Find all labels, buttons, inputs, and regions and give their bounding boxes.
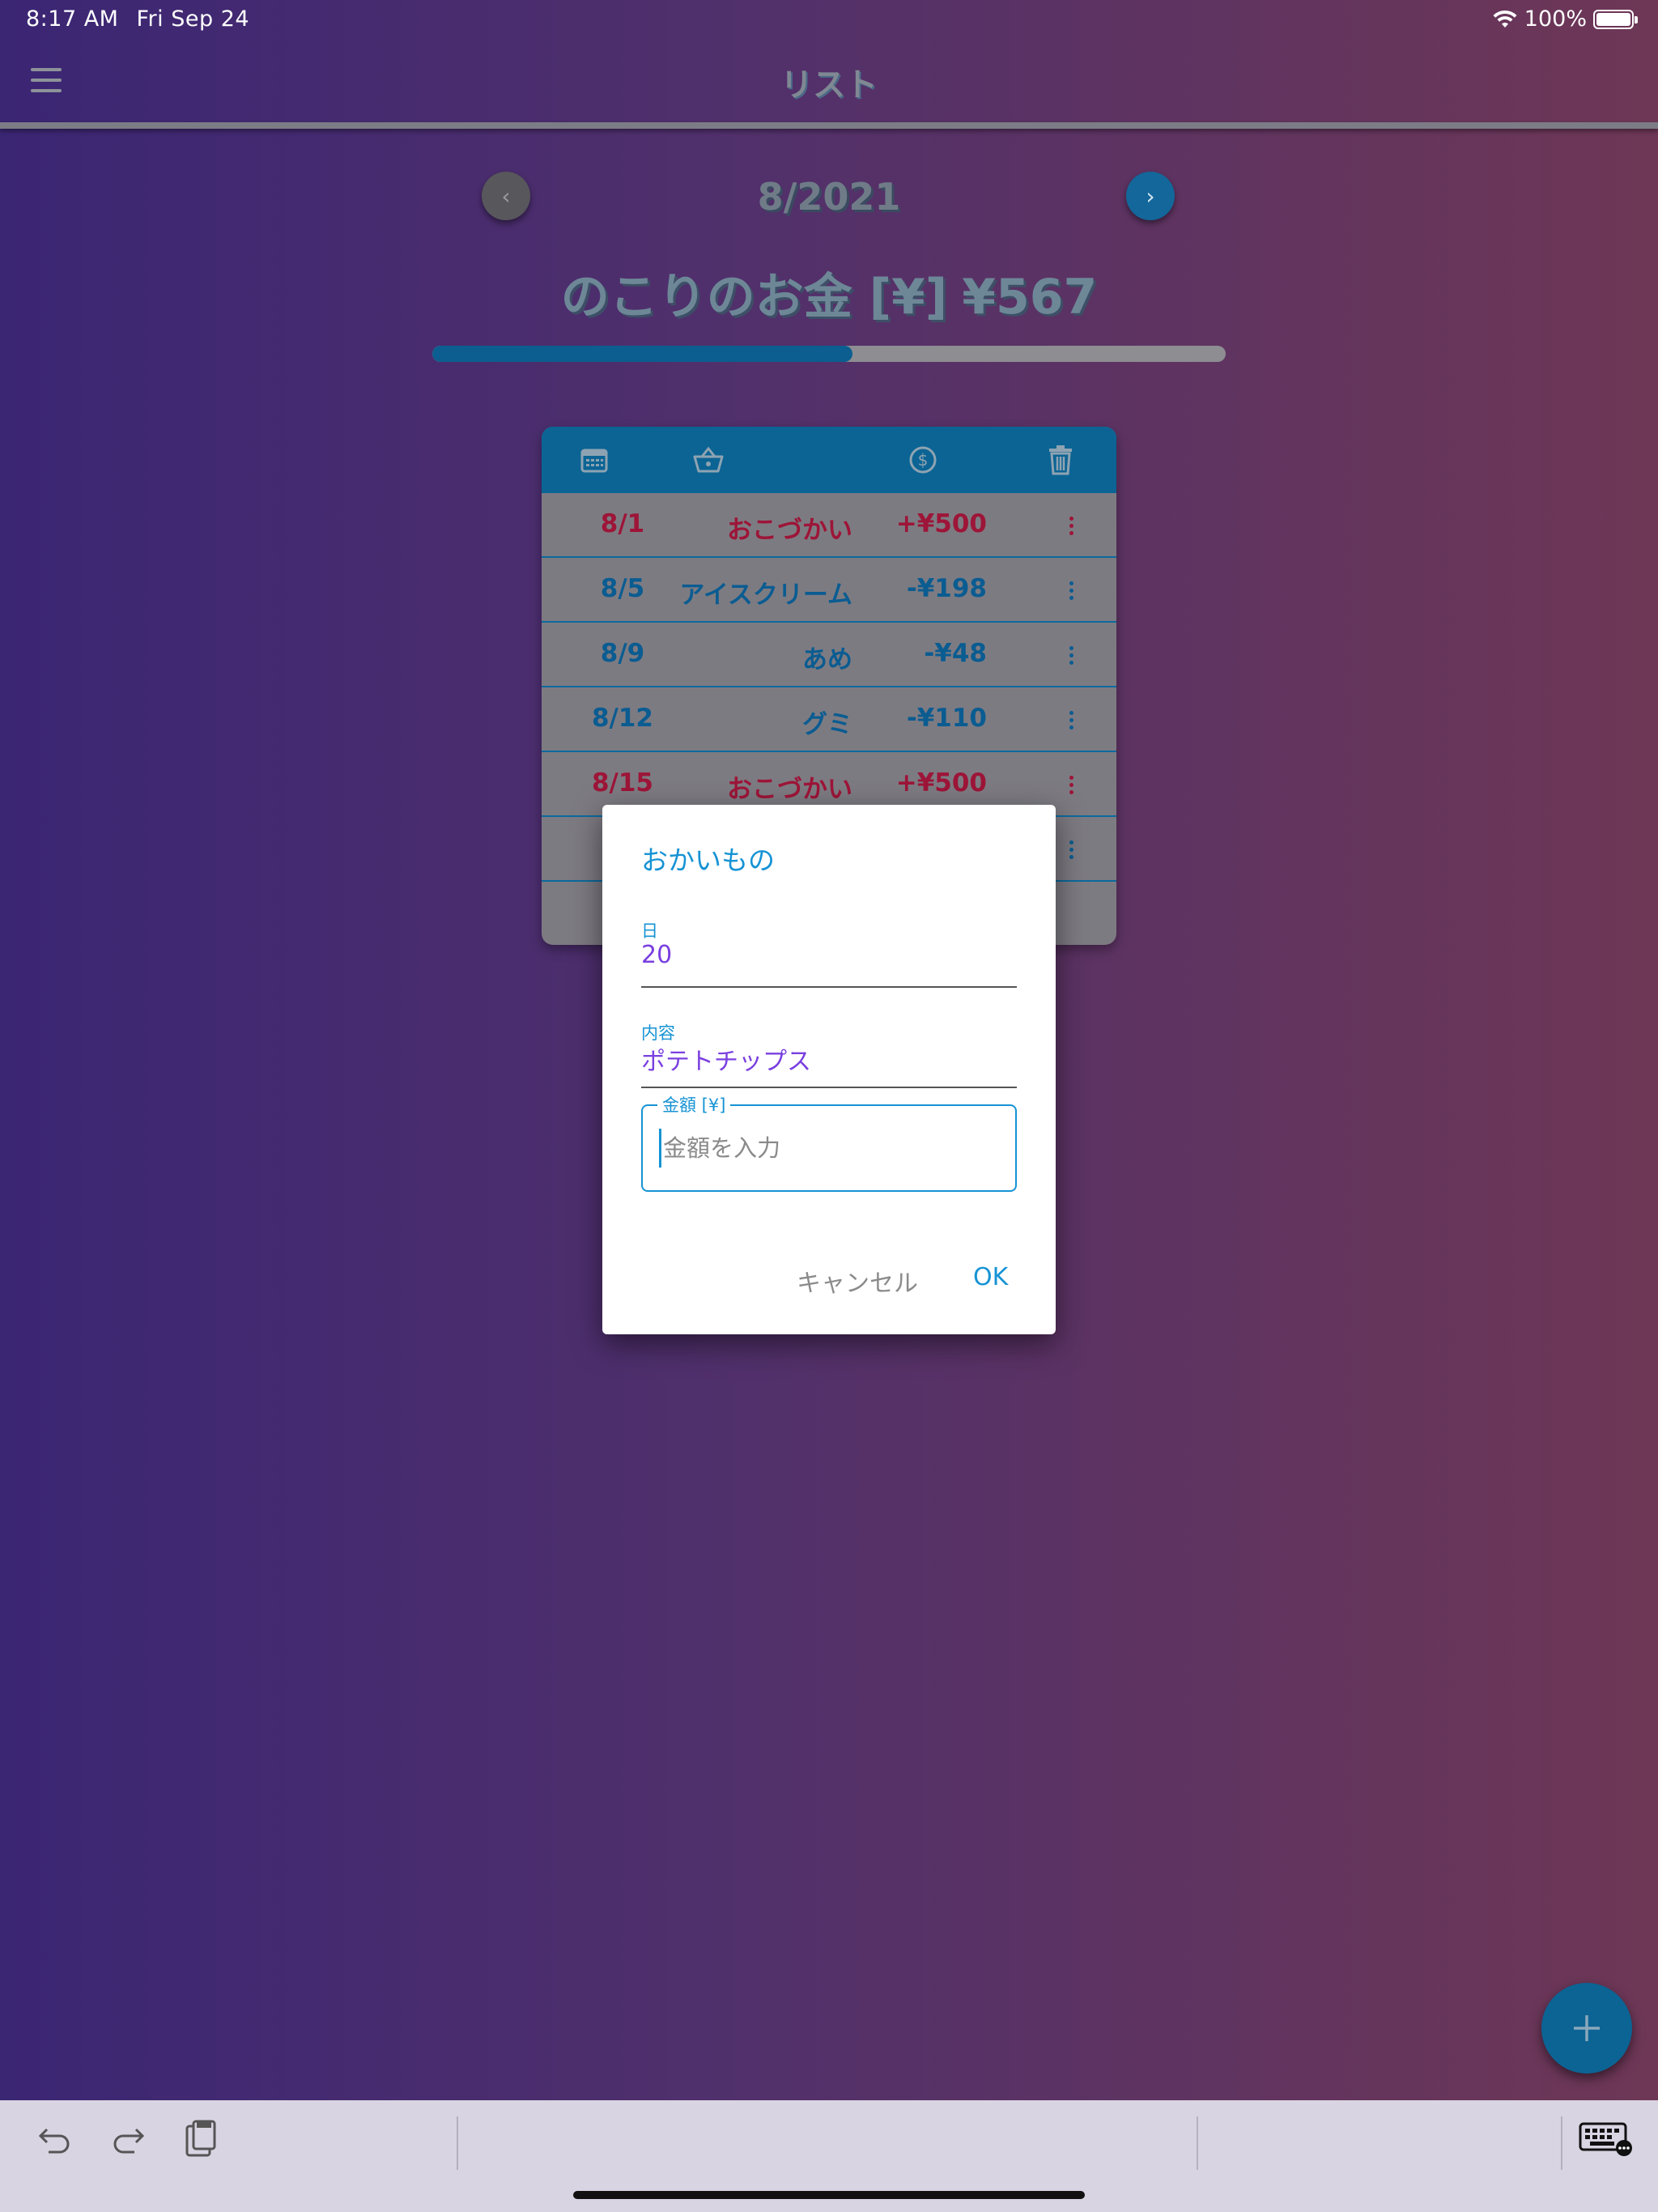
amount-field-label: 金額 [¥] — [657, 1092, 731, 1117]
app-bar-divider — [0, 122, 1658, 129]
table-row[interactable]: 8/1 おこづかい +¥500 — [542, 493, 1116, 558]
more-vert-icon[interactable] — [1066, 767, 1076, 802]
row-date: 8/5 — [600, 574, 645, 603]
battery-icon — [1593, 9, 1638, 29]
page-title: リスト — [780, 66, 878, 104]
more-vert-icon[interactable] — [1066, 637, 1076, 673]
status-time: 8:17 AM — [26, 6, 119, 32]
wifi-icon — [1493, 10, 1517, 28]
row-date: 8/15 — [591, 768, 654, 798]
keyboard-icon[interactable] — [1577, 2118, 1635, 2160]
chevron-right-icon: › — [1146, 182, 1155, 210]
more-vert-icon[interactable] — [1066, 702, 1076, 738]
svg-text:$: $ — [918, 450, 929, 470]
day-field-underline — [641, 986, 1017, 988]
row-item: あめ — [802, 645, 852, 674]
budget-progress-bar — [432, 346, 1226, 362]
remaining-label: のこりのお金 [¥] — [560, 269, 948, 325]
home-indicator — [573, 2191, 1085, 2199]
status-date: Fri Sep 24 — [136, 6, 250, 32]
more-vert-icon[interactable] — [1066, 508, 1076, 543]
table-header: $ — [542, 427, 1116, 493]
dialog-title: おかいもの — [641, 844, 775, 876]
content-field-underline — [641, 1087, 1017, 1088]
more-vert-icon[interactable] — [1066, 572, 1076, 608]
toolbar-divider — [457, 2116, 458, 2170]
row-item: おこづかい — [727, 516, 852, 545]
row-date: 8/12 — [591, 704, 654, 733]
amount-field-box: 金額 [¥] — [641, 1092, 1017, 1192]
cancel-button[interactable]: キャンセル — [797, 1263, 918, 1299]
row-item: おこづかい — [727, 775, 852, 804]
next-month-button[interactable]: › — [1126, 172, 1175, 220]
row-amount: +¥500 — [895, 509, 987, 538]
trash-icon — [1044, 443, 1078, 477]
remaining-money: のこりのお金 [¥] ¥567 — [0, 257, 1658, 328]
row-amount: -¥48 — [924, 639, 987, 668]
dollar-icon: $ — [906, 443, 940, 477]
purchase-dialog: おかいもの 日 20 内容 ポテトチップス 金額 [¥] キャンセル OK — [602, 805, 1056, 1334]
add-button[interactable] — [1541, 1983, 1632, 2074]
table-row[interactable]: 8/12 グミ -¥110 — [542, 687, 1116, 752]
status-bar-right: 100% — [1492, 6, 1638, 32]
day-field-label: 日 — [641, 921, 658, 941]
row-amount: -¥110 — [906, 704, 987, 733]
toolbar-divider — [1561, 2116, 1562, 2170]
row-amount: +¥500 — [895, 768, 987, 798]
plus-icon — [1574, 2015, 1600, 2041]
table-row[interactable]: 8/9 あめ -¥48 — [542, 623, 1116, 687]
row-date: 8/9 — [600, 639, 645, 668]
row-item: アイスクリーム — [679, 581, 852, 610]
calendar-icon — [577, 443, 611, 477]
redo-icon[interactable] — [107, 2118, 149, 2160]
row-amount: -¥198 — [906, 574, 987, 603]
content-field[interactable]: ポテトチップス — [641, 1041, 811, 1077]
undo-icon[interactable] — [34, 2118, 76, 2160]
more-vert-icon[interactable] — [1066, 832, 1076, 867]
amount-input[interactable] — [659, 1129, 999, 1168]
ok-button[interactable]: OK — [973, 1263, 1008, 1291]
toolbar-divider — [1197, 2116, 1198, 2170]
status-bar-left: 8:17 AM Fri Sep 24 — [26, 6, 249, 32]
budget-progress-fill — [432, 346, 853, 362]
remaining-amount: ¥567 — [962, 269, 1098, 325]
paste-icon[interactable] — [180, 2118, 222, 2160]
row-date: 8/1 — [600, 509, 645, 538]
row-item: グミ — [802, 710, 852, 739]
battery-percent: 100% — [1524, 6, 1587, 32]
month-label: 8/2021 — [757, 175, 901, 219]
basket-icon — [691, 443, 725, 477]
table-row[interactable]: 8/5 アイスクリーム -¥198 — [542, 558, 1116, 623]
day-field[interactable]: 20 — [641, 941, 672, 969]
